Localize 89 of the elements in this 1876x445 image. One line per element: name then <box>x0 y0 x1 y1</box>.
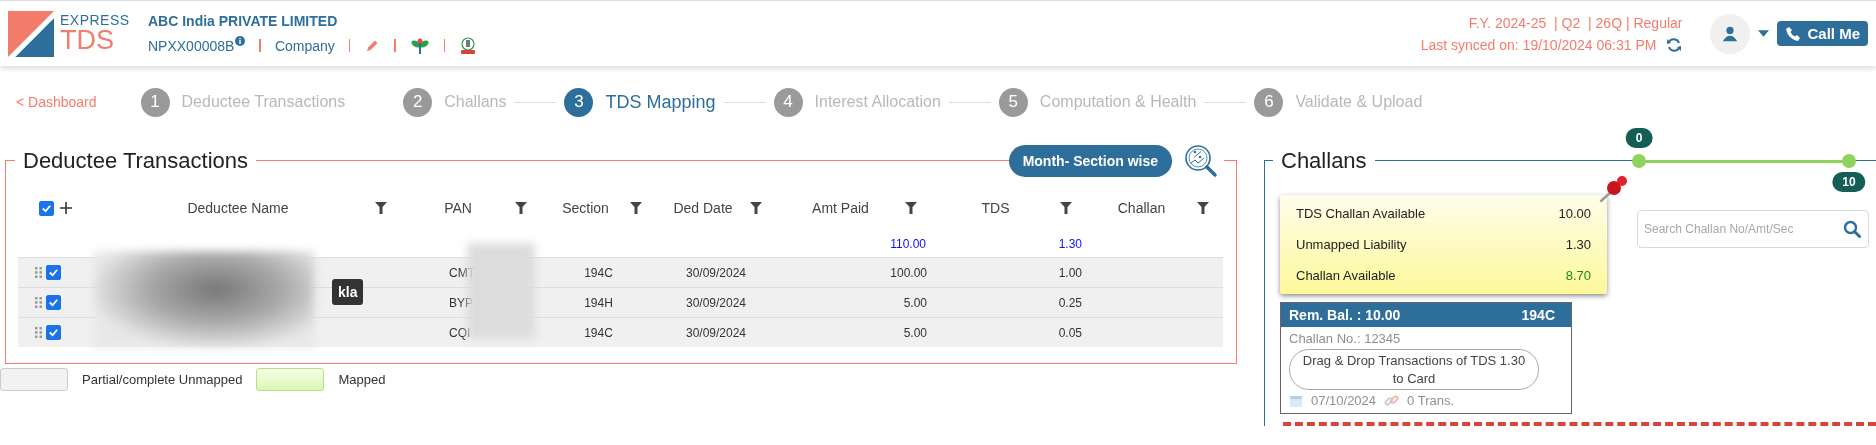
amount-total: 110.00 <box>890 237 926 251</box>
legend-label: Partial/complete Unmapped <box>82 372 243 387</box>
table-cell: 5.00 <box>903 325 927 340</box>
step-number[interactable]: 4 <box>773 87 803 117</box>
step-number[interactable]: 5 <box>998 87 1028 117</box>
leaf-logo-icon[interactable] <box>409 36 430 55</box>
table-cell: 30/09/2024 <box>685 265 747 280</box>
filter-icon[interactable] <box>905 202 917 214</box>
pan-number: NPXX00008B <box>148 37 235 54</box>
column-header[interactable]: PAN <box>401 200 515 216</box>
table-cell: CMT <box>449 265 475 280</box>
filter-icon[interactable] <box>630 202 642 214</box>
remaining-balance: Rem. Bal. : 10.00 <box>1289 307 1401 323</box>
call-button[interactable]: Call Me <box>1777 21 1868 46</box>
table-cell: 30/09/2024 <box>685 295 747 310</box>
table-cell: 30/09/2024 <box>685 325 747 340</box>
view-toggle-button[interactable]: Month- Section wise <box>1008 145 1172 177</box>
last-synced-text: Last synced on: 19/10/2024 06:31 PM <box>1420 36 1657 53</box>
step-tab[interactable]: TDS Mapping <box>605 91 716 113</box>
legend-swatch <box>256 368 325 391</box>
phone-icon <box>1785 25 1802 42</box>
checkbox[interactable] <box>39 200 54 216</box>
table-cell: 0.25 <box>1058 295 1082 310</box>
column-header[interactable]: TDS <box>931 200 1060 216</box>
step-number[interactable]: 2 <box>403 87 433 117</box>
summary-label: TDS Challan Available <box>1296 206 1426 221</box>
section-code: 194C <box>1521 307 1555 323</box>
transaction-count: 0 Trans. <box>1407 393 1455 409</box>
challan-number: Challan No.: 12345 <box>1289 331 1401 346</box>
summary-value: 8.70 <box>1565 268 1591 283</box>
refresh-icon[interactable] <box>1666 36 1683 53</box>
calendar-icon <box>1289 393 1303 408</box>
filter-icon[interactable] <box>750 202 762 214</box>
table-cell: 100.00 <box>890 265 927 280</box>
drag-handle-icon[interactable] <box>35 267 42 278</box>
filter-icon[interactable] <box>1060 202 1072 214</box>
drag-handle-icon[interactable] <box>35 297 42 308</box>
slider-value-badge: 0 <box>1625 128 1653 148</box>
challan-date: 07/10/2024 <box>1311 393 1377 409</box>
column-header[interactable]: Deductee Name <box>101 200 375 216</box>
table-cell: 194H <box>584 295 613 310</box>
checkbox[interactable] <box>46 295 61 310</box>
logo-icon <box>8 10 54 57</box>
return-info: F.Y. 2024-25 | Q2 | 26Q | Regular <box>1468 14 1683 31</box>
search-icon[interactable] <box>1843 220 1861 238</box>
step-number[interactable]: 6 <box>1254 87 1284 117</box>
column-header[interactable]: Challan <box>1086 200 1197 216</box>
legend-swatch <box>0 368 68 391</box>
caret-icon[interactable] <box>1758 30 1770 37</box>
filter-icon[interactable] <box>1197 202 1209 214</box>
logo-wordmark: EXPRESS <box>60 13 130 27</box>
column-header[interactable]: Amt Paid <box>776 200 905 216</box>
summary-label: Unmapped Liability <box>1296 237 1407 252</box>
table-cell: 0.05 <box>1058 325 1082 340</box>
column-header[interactable]: Section <box>541 200 630 216</box>
table-cell: BYP <box>449 295 473 310</box>
search-field[interactable]: Search Challan No/Amt/Sec <box>1637 210 1869 248</box>
table-cell: 194C <box>584 265 613 280</box>
legend-label: Mapped <box>338 372 386 387</box>
filter-icon[interactable] <box>515 202 527 214</box>
checkbox[interactable] <box>46 265 61 280</box>
slider-value-badge: 10 <box>1832 172 1866 192</box>
slider-handle[interactable] <box>1842 154 1856 168</box>
add-icon[interactable] <box>60 202 72 214</box>
slider-handle[interactable] <box>1632 154 1646 168</box>
company-name: ABC India PRIVATE LIMITED <box>148 12 339 29</box>
challan-card[interactable]: Rem. Bal. : 10.00 194C Challan No.: 12345 Drag & Drop Transactions of TDS 1.30 to Card 07/10/2024 0 Trans. <box>1280 302 1572 415</box>
step-number[interactable]: 3 <box>564 87 594 117</box>
table-cell: CQI <box>449 325 471 340</box>
summary-value: 1.30 <box>1565 237 1591 252</box>
drag-handle-icon[interactable] <box>35 327 42 338</box>
table-cell: 5.00 <box>903 295 927 310</box>
link-icon <box>1384 393 1400 409</box>
filter-icon[interactable] <box>375 202 387 214</box>
column-header[interactable]: Ded Date <box>656 200 750 216</box>
tds-total: 1.30 <box>1058 237 1082 251</box>
summary-value: 10.00 <box>1558 206 1591 221</box>
table-cell: 1.00 <box>1058 265 1082 280</box>
checkbox[interactable] <box>46 325 61 340</box>
emblem-icon[interactable] <box>459 36 478 55</box>
table-cell: 194C <box>584 325 613 340</box>
drop-hint: Drag & Drop Transactions of TDS 1.30 to Card <box>1289 349 1539 391</box>
tooltip: kla <box>332 279 364 305</box>
info-icon[interactable] <box>235 35 246 46</box>
entity-type: Company <box>274 37 335 54</box>
logo-wordmark: TDS <box>60 27 115 54</box>
step-number[interactable]: 1 <box>140 87 170 117</box>
pushpin-icon <box>1599 175 1629 203</box>
summary-label: Challan Available <box>1296 268 1396 283</box>
